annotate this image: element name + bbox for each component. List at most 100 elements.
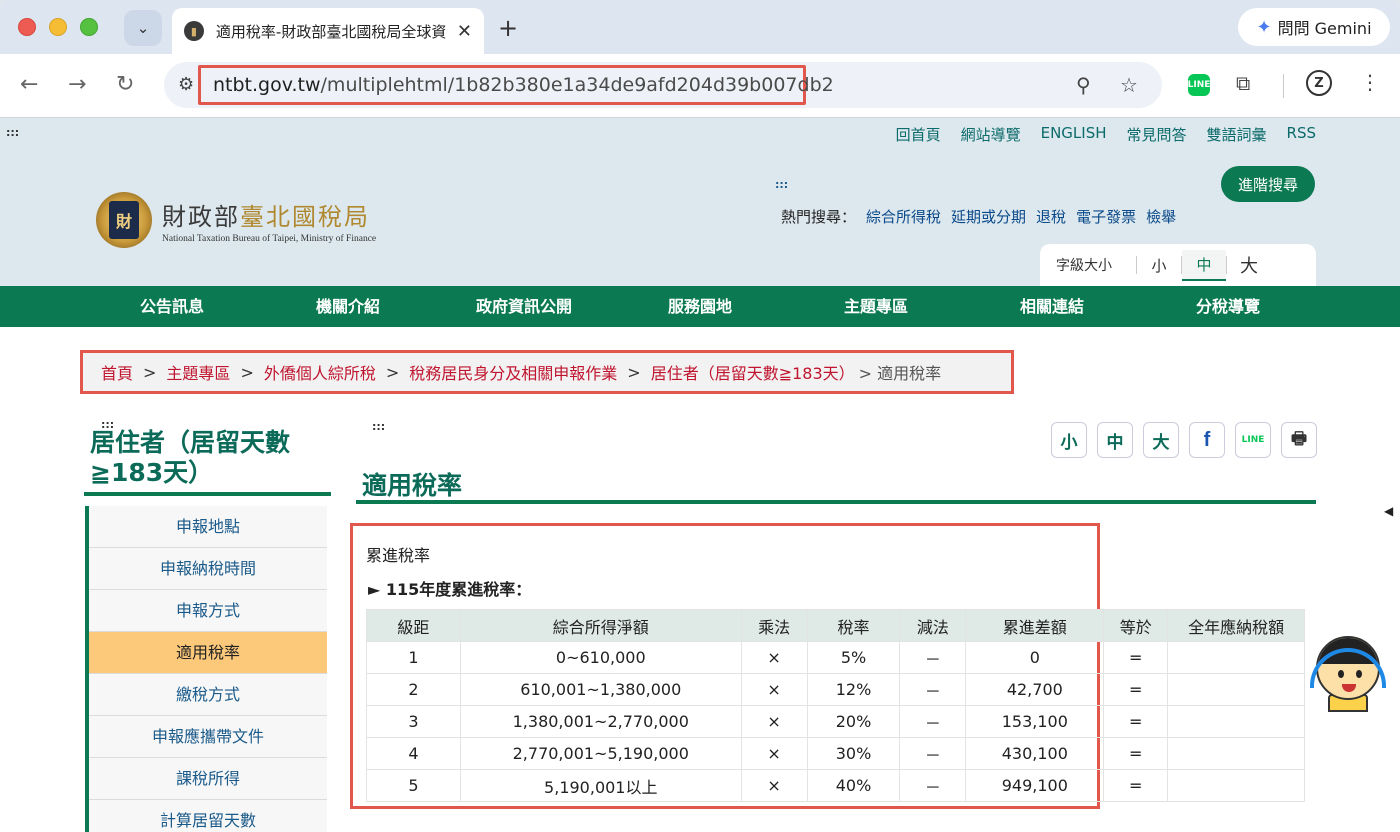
advanced-search-button[interactable]: 進階搜尋 — [1221, 166, 1315, 202]
browser-tab-active[interactable]: ▮ 適用稅率-財政部臺北國稅局全球資訊網 ✕ — [172, 8, 484, 54]
top-link-home[interactable]: 回首頁 — [896, 124, 941, 145]
reload-icon[interactable]: ↻ — [116, 72, 134, 97]
gemini-label: 問問 Gemini — [1277, 19, 1372, 38]
font-size-label: 字級大小 — [1056, 258, 1112, 274]
sidebar-menu: 申報地點 申報納稅時間 申報方式 適用稅率 繳稅方式 申報應攜帶文件 課稅所得 … — [85, 506, 327, 832]
breadcrumb-resident[interactable]: 居住者（居留天數≧183天） — [651, 360, 855, 384]
main-nav-gov-info[interactable]: 政府資訊公開 — [436, 286, 612, 327]
main-nav-services[interactable]: 服務園地 — [612, 286, 788, 327]
sidebar-item-filing-method[interactable]: 申報方式 — [89, 590, 327, 632]
print-icon[interactable]: 🖶 — [1281, 422, 1317, 458]
table-header-subtract: 減法 — [899, 609, 967, 642]
hot-search-item[interactable]: 電子發票 — [1076, 206, 1136, 227]
facebook-share-icon[interactable]: f — [1189, 422, 1225, 458]
top-link-sitemap[interactable]: 網站導覽 — [961, 124, 1021, 145]
top-link-rss[interactable]: RSS — [1287, 124, 1316, 145]
tab-close-icon[interactable]: ✕ — [457, 21, 472, 42]
forward-arrow-icon[interactable]: → — [68, 72, 86, 97]
url-domain: ntbt.gov.tw — [213, 74, 321, 96]
sidebar-title: 居住者（居留天數≧183天） — [90, 428, 291, 487]
sidebar-item-filing-time[interactable]: 申報納稅時間 — [89, 548, 327, 590]
bureau-emblem-icon: 財 — [96, 192, 152, 248]
page-title-underline — [356, 500, 1316, 504]
table-row: 5 5,190,001以上 × 40% － 949,100 = — [366, 769, 1305, 802]
panel-toggle-arrow-icon[interactable]: ◀ — [1384, 504, 1393, 518]
font-size-large-button[interactable]: 大 — [1227, 252, 1271, 278]
web-page: ::: 回首頁 網站導覽 ENGLISH 常見問答 雙語詞彙 RSS 財 財政部… — [0, 118, 1400, 832]
table-header-net-income: 綜合所得淨額 — [459, 609, 742, 642]
accesskey-search[interactable]: ::: — [775, 178, 788, 191]
sidebar-item-required-documents[interactable]: 申報應攜帶文件 — [89, 716, 327, 758]
url-path: /multiplehtml/1b82b380e1a34de9afd204d39b… — [320, 74, 834, 96]
font-size-small-button[interactable]: 小 — [1137, 255, 1181, 276]
font-size-medium-button[interactable]: 中 — [1182, 249, 1226, 281]
table-header-row: 級距 綜合所得淨額 乘法 稅率 減法 累進差額 等於 全年應納稅額 — [366, 609, 1305, 642]
top-links: 回首頁 網站導覽 ENGLISH 常見問答 雙語詞彙 RSS — [896, 124, 1316, 145]
breadcrumb-foreign-income-tax[interactable]: 外僑個人綜所稅 — [264, 360, 376, 384]
table-header-multiply: 乘法 — [740, 609, 808, 642]
back-arrow-icon[interactable]: ← — [20, 72, 38, 97]
extensions-puzzle-icon[interactable]: ⧉ — [1236, 71, 1250, 95]
customer-service-mascot-icon[interactable] — [1310, 630, 1386, 712]
table-header-progressive-diff: 累進差額 — [965, 609, 1105, 642]
site-settings-icon[interactable]: ⚙ — [178, 74, 194, 95]
main-nav-tax-guide[interactable]: 分稅導覽 — [1140, 286, 1316, 327]
zoom-icon[interactable]: ⚲ — [1076, 73, 1091, 97]
more-menu-icon[interactable]: ⋮ — [1360, 70, 1380, 94]
text-medium-button[interactable]: 中 — [1097, 422, 1133, 458]
breadcrumb-current: > 適用稅率 — [858, 364, 942, 383]
breadcrumb: 首頁 > 主題專區 > 外僑個人綜所稅 > 稅務居民身分及相關申報作業 > 居住… — [80, 350, 1014, 394]
profile-avatar-icon[interactable]: Z — [1306, 70, 1332, 96]
table-header-annual-tax: 全年應納稅額 — [1167, 609, 1305, 642]
line-share-icon[interactable]: LINE — [1235, 422, 1271, 458]
tab-search-dropdown-button[interactable]: ⌄ — [124, 10, 162, 46]
tax-rate-table: 級距 綜合所得淨額 乘法 稅率 減法 累進差額 等於 全年應納稅額 1 0~610… — [366, 609, 1305, 802]
accesskey-top[interactable]: ::: — [6, 126, 19, 139]
logo-english-name: National Taxation Bureau of Taipei, Mini… — [162, 233, 377, 244]
main-nav-topics[interactable]: 主題專區 — [788, 286, 964, 327]
sidebar-item-filing-location[interactable]: 申報地點 — [89, 506, 327, 548]
logo-chinese-name: 財政部臺北國稅局 — [162, 202, 370, 231]
minimize-window-button[interactable] — [49, 18, 67, 36]
main-nav-announcements[interactable]: 公告訊息 — [84, 286, 260, 327]
table-row: 1 0~610,000 × 5% － 0 = — [366, 641, 1305, 674]
site-header: ::: 回首頁 網站導覽 ENGLISH 常見問答 雙語詞彙 RSS 財 財政部… — [0, 118, 1400, 286]
sidebar-item-residency-days[interactable]: 計算居留天數 — [89, 800, 327, 832]
text-large-button[interactable]: 大 — [1143, 422, 1179, 458]
text-small-button[interactable]: 小 — [1051, 422, 1087, 458]
url-field[interactable]: ntbt.gov.tw/multiplehtml/1b82b380e1a34de… — [198, 65, 834, 105]
section-title: 累進稅率 — [366, 546, 431, 565]
close-window-button[interactable] — [18, 18, 36, 36]
tab-title: 適用稅率-財政部臺北國稅局全球資訊網 — [215, 22, 447, 41]
font-size-selector: 字級大小 小 中 大 — [1040, 244, 1316, 286]
sidebar-item-payment-method[interactable]: 繳稅方式 — [89, 674, 327, 716]
breadcrumb-tax-residency[interactable]: 稅務居民身分及相關申報作業 — [409, 360, 617, 384]
share-toolbar: 小 中 大 f LINE 🖶 — [1051, 422, 1317, 458]
top-link-faq[interactable]: 常見問答 — [1127, 124, 1187, 145]
table-row: 3 1,380,001~2,770,000 × 20% － 153,100 = — [366, 705, 1305, 738]
hot-search-item[interactable]: 檢舉 — [1146, 206, 1176, 227]
address-bar[interactable]: ⚙ ntbt.gov.tw/multiplehtml/1b82b380e1a34… — [164, 62, 1162, 108]
sidebar-item-taxable-income[interactable]: 課稅所得 — [89, 758, 327, 800]
sidebar-item-tax-rate[interactable]: 適用稅率 — [89, 632, 327, 674]
main-nav-about[interactable]: 機關介紹 — [260, 286, 436, 327]
site-favicon-icon: ▮ — [184, 21, 204, 41]
top-link-english[interactable]: ENGLISH — [1041, 124, 1107, 145]
hot-search-item[interactable]: 綜合所得稅 — [866, 206, 941, 227]
breadcrumb-home[interactable]: 首頁 — [101, 360, 133, 384]
accesskey-center[interactable]: ::: — [372, 420, 385, 433]
hot-search-item[interactable]: 延期或分期 — [951, 206, 1026, 227]
breadcrumb-topics[interactable]: 主題專區 — [166, 360, 230, 384]
site-logo[interactable]: 財 財政部臺北國稅局 National Taxation Bureau of T… — [96, 192, 376, 248]
bookmark-star-icon[interactable]: ☆ — [1120, 73, 1138, 97]
hot-search-item[interactable]: 退稅 — [1036, 206, 1066, 227]
gemini-button[interactable]: ✦ 問問 Gemini — [1238, 8, 1390, 46]
top-link-glossary[interactable]: 雙語詞彙 — [1207, 124, 1267, 145]
new-tab-button[interactable]: + — [498, 14, 518, 42]
maximize-window-button[interactable] — [80, 18, 98, 36]
main-nav-links[interactable]: 相關連結 — [964, 286, 1140, 327]
line-extension-icon[interactable]: LINE — [1188, 74, 1210, 96]
table-header-rate: 稅率 — [806, 609, 901, 642]
hot-search: 熱門搜尋： 綜合所得稅 延期或分期 退稅 電子發票 檢舉 — [781, 206, 1176, 227]
table-row: 2 610,001~1,380,000 × 12% － 42,700 = — [366, 673, 1305, 706]
